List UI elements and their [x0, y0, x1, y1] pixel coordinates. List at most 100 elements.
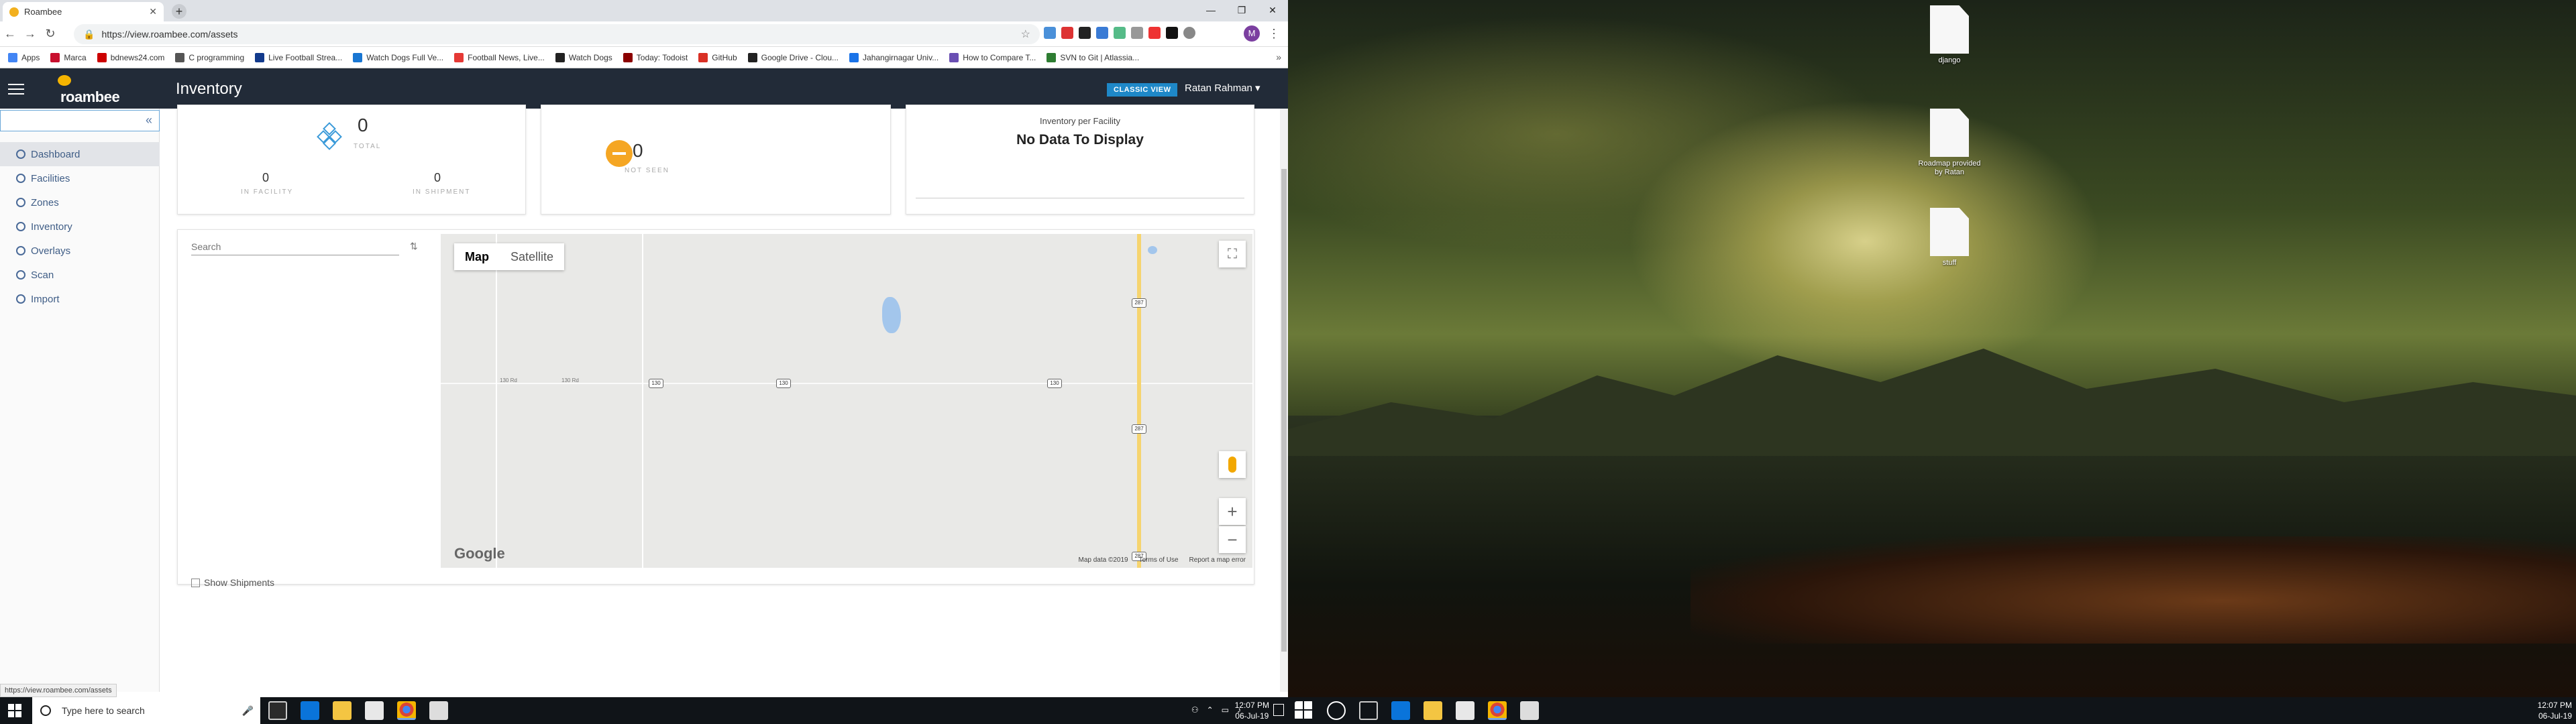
bookmark-item[interactable]: Jahangirnagar Univ... [845, 52, 943, 62]
back-icon[interactable]: ← [0, 27, 20, 41]
bookmark-item[interactable]: Google Drive - Clou... [744, 52, 843, 62]
extension-icon[interactable] [1079, 27, 1091, 39]
sidebar-item-import[interactable]: Import [0, 287, 160, 311]
map-view-button[interactable]: Map [454, 243, 500, 270]
close-tab-icon[interactable]: ✕ [149, 6, 157, 17]
page-scrollbar[interactable] [1280, 109, 1288, 692]
new-tab-button[interactable]: + [172, 4, 186, 19]
browser-toolbar: ← → ↻ 🔒 https://view.roambee.com/assets … [0, 21, 1288, 47]
collapse-sidebar-icon[interactable]: « [146, 113, 152, 127]
extension-icon[interactable] [1166, 27, 1178, 39]
sidebar-item-overlays[interactable]: Overlays [0, 239, 160, 263]
extension-icon[interactable] [1061, 27, 1073, 39]
microphone-icon[interactable]: 🎤 [242, 705, 254, 717]
not-seen-label: NOT SEEN [625, 167, 669, 174]
sidebar-search-input[interactable]: « [0, 110, 160, 131]
sidebar-item-inventory[interactable]: Inventory [0, 215, 160, 239]
cortana-icon[interactable] [1327, 701, 1346, 720]
task-view-icon[interactable] [1359, 701, 1378, 720]
satellite-view-button[interactable]: Satellite [500, 243, 564, 270]
bookmark-item[interactable]: Today: Todoist [619, 52, 692, 62]
user-menu[interactable]: Ratan Rahman ▾ [1185, 82, 1260, 94]
bookmark-item[interactable]: bdnews24.com [93, 52, 169, 62]
people-icon[interactable]: ⚇ [1191, 705, 1199, 715]
bookmark-item[interactable]: SVN to Git | Atlassia... [1042, 52, 1143, 62]
bookmark-item[interactable]: Watch Dogs [551, 52, 616, 62]
extension-icon[interactable] [1114, 27, 1126, 39]
street-view-pegman-icon[interactable] [1219, 451, 1246, 478]
extension-icon[interactable] [1183, 27, 1195, 39]
sidebar-item-scan[interactable]: Scan [0, 263, 160, 287]
file-explorer-icon[interactable] [1424, 701, 1442, 720]
forward-icon[interactable]: → [20, 27, 40, 41]
minimize-icon[interactable]: — [1195, 0, 1226, 20]
report-error-link[interactable]: Report a map error [1189, 556, 1246, 564]
taskbar-clock[interactable]: 12:07 PM 06-Jul-19 [1235, 700, 1269, 721]
terms-link[interactable]: Terms of Use [1139, 556, 1179, 564]
close-window-icon[interactable]: ✕ [1257, 0, 1288, 20]
bookmark-item[interactable]: Live Football Strea... [251, 52, 346, 62]
overlays-icon [16, 246, 25, 255]
chevron-up-icon[interactable]: ⌃ [1207, 705, 1214, 715]
store-icon[interactable] [1456, 701, 1474, 720]
network-icon[interactable]: ▭ [1222, 705, 1229, 715]
show-shipments-checkbox[interactable]: Show Shipments [191, 577, 274, 588]
bookmark-item[interactable]: Apps [4, 52, 44, 62]
bookmark-item[interactable]: How to Compare T... [945, 52, 1040, 62]
map-type-control: Map Satellite [454, 243, 565, 270]
extension-icon[interactable] [1044, 27, 1056, 39]
sidebar-item-label: Import [31, 293, 60, 305]
google-map[interactable]: 130 Rd 130 Rd 130 130 130 287 287 287 Ma… [441, 234, 1252, 568]
desktop-icon[interactable]: Roadmap provided by Ratan [1916, 109, 1983, 177]
bookmark-label: Watch Dogs Full Ve... [366, 52, 444, 62]
bookmark-item[interactable]: Marca [46, 52, 90, 62]
windows-start-icon[interactable] [8, 704, 21, 717]
mail-icon[interactable] [1520, 701, 1539, 720]
sidebar-item-facilities[interactable]: Facilities [0, 166, 160, 190]
scrollbar-thumb[interactable] [1281, 169, 1287, 652]
more-bookmarks-icon[interactable]: » [1276, 52, 1281, 62]
bookmark-item[interactable]: C programming [171, 52, 248, 62]
extension-icon[interactable] [1096, 27, 1108, 39]
edge-icon[interactable] [1391, 701, 1410, 720]
address-bar[interactable]: 🔒 https://view.roambee.com/assets ☆ [74, 24, 1040, 44]
desktop-icon[interactable]: django [1916, 5, 1983, 65]
bookmark-item[interactable]: GitHub [694, 52, 741, 62]
hamburger-menu-icon[interactable] [8, 80, 24, 95]
notification-icon[interactable] [1273, 704, 1284, 716]
sidebar-item-dashboard[interactable]: Dashboard [0, 142, 160, 166]
right-monitor: django Roadmap provided by Ratan stuff 1… [1288, 0, 2576, 724]
zoom-out-button[interactable]: − [1219, 526, 1246, 553]
maximize-icon[interactable]: ❐ [1226, 0, 1257, 20]
reload-icon[interactable]: ↻ [40, 27, 60, 41]
bookmark-star-icon[interactable]: ☆ [1021, 27, 1030, 41]
roambee-logo[interactable]: roambee [56, 72, 121, 106]
edge-icon[interactable] [301, 701, 319, 720]
total-value: 0 [358, 115, 368, 135]
extension-icon[interactable] [1148, 27, 1161, 39]
bookmark-item[interactable]: Football News, Live... [450, 52, 549, 62]
chrome-icon[interactable] [1488, 701, 1507, 720]
sort-icon[interactable]: ⇅ [410, 241, 418, 252]
zoom-in-button[interactable]: + [1219, 498, 1246, 525]
browser-tab[interactable]: Roambee ✕ [3, 2, 164, 21]
profile-avatar[interactable]: M [1244, 25, 1260, 42]
task-view-icon[interactable] [268, 701, 287, 720]
store-icon[interactable] [365, 701, 384, 720]
classic-view-button[interactable]: CLASSIC VIEW [1107, 83, 1178, 97]
bookmark-item[interactable]: Watch Dogs Full Ve... [349, 52, 447, 62]
mail-icon[interactable] [429, 701, 448, 720]
desktop-icon[interactable]: stuff [1916, 208, 1983, 267]
extension-icon[interactable] [1131, 27, 1143, 39]
fullscreen-icon[interactable]: ⛶ [1219, 241, 1246, 267]
browser-menu-icon[interactable]: ⋮ [1268, 27, 1280, 41]
windows-start-icon[interactable] [1295, 701, 1313, 720]
taskbar-search[interactable]: Type here to search 🎤 [32, 697, 260, 724]
file-explorer-icon[interactable] [333, 701, 352, 720]
checkbox-icon[interactable] [191, 578, 200, 587]
asset-search-input[interactable] [191, 238, 399, 255]
facility-card-title: Inventory per Facility [1040, 116, 1120, 126]
chrome-icon[interactable] [397, 701, 416, 720]
sidebar-item-zones[interactable]: Zones [0, 190, 160, 215]
taskbar-clock-secondary[interactable]: 12:07 PM 06-Jul-19 [2538, 700, 2572, 721]
